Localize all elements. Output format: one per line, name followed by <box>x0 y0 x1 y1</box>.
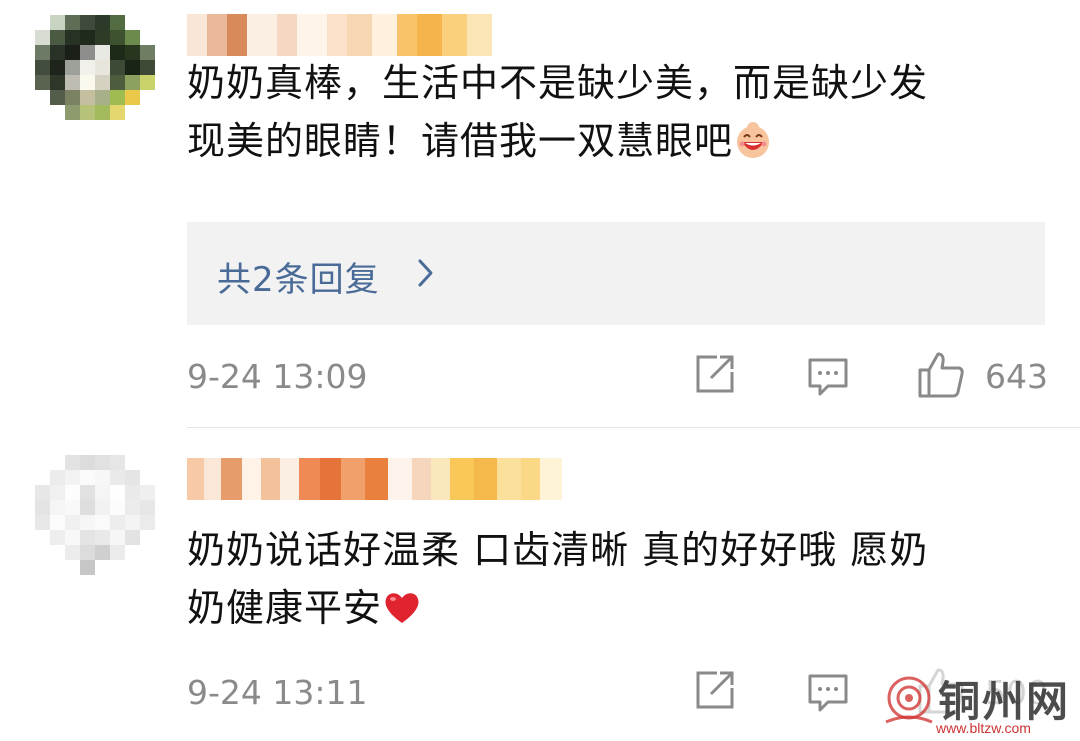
red-heart-emoji-icon <box>385 593 419 623</box>
replies-count-label: 共2条回复 <box>217 260 380 300</box>
comment-text: 奶奶说话好温柔 口齿清晰 真的好好哦 愿奶 奶健康平安 <box>187 521 1067 637</box>
comment-text-line2-body: 奶健康平安 <box>187 586 383 630</box>
comment-timestamp: 9-24 13:11 <box>187 673 368 712</box>
comment-text-line2: 奶健康平安 <box>187 579 1067 637</box>
thumbs-up-icon <box>918 352 964 398</box>
like-count: 643 <box>985 357 1048 396</box>
comment-text-line2-body: 现美的眼睛！请借我一双慧眼吧 <box>187 119 734 163</box>
comment-button[interactable] <box>806 354 850 398</box>
comment-item: 奶奶真棒，生活中不是缺少美，而是缺少发 现美的眼睛！请借我一双慧眼吧 共2条回复… <box>0 0 1080 427</box>
share-icon <box>696 671 734 709</box>
chevron-right-icon <box>418 259 433 287</box>
username-blurred[interactable] <box>187 14 492 56</box>
username-blurred[interactable] <box>187 458 562 500</box>
laughing-face-emoji-icon <box>737 122 770 158</box>
watermark-logo-icon <box>885 676 933 724</box>
comment-timestamp: 9-24 13:09 <box>187 357 368 396</box>
site-watermark: 铜州网 www.bltzw.com <box>876 668 1080 741</box>
view-replies-button[interactable]: 共2条回复 <box>187 222 1045 325</box>
watermark-url: www.bltzw.com <box>936 720 1031 736</box>
share-button[interactable] <box>693 352 737 396</box>
share-icon <box>696 355 734 393</box>
comment-icon <box>808 358 848 396</box>
comment-icon <box>808 674 848 712</box>
comment-text-line1: 奶奶真棒，生活中不是缺少美，而是缺少发 <box>187 61 929 105</box>
avatar[interactable] <box>35 455 155 575</box>
comment-text-line1: 奶奶说话好温柔 口齿清晰 真的好好哦 愿奶 <box>187 528 929 572</box>
comment-button[interactable] <box>806 670 850 714</box>
comment-text: 奶奶真棒，生活中不是缺少美，而是缺少发 现美的眼睛！请借我一双慧眼吧 <box>187 54 1067 170</box>
share-button[interactable] <box>693 668 737 712</box>
like-button[interactable] <box>916 350 966 400</box>
avatar[interactable] <box>35 15 155 135</box>
comment-text-line2: 现美的眼睛！请借我一双慧眼吧 <box>187 112 1067 170</box>
